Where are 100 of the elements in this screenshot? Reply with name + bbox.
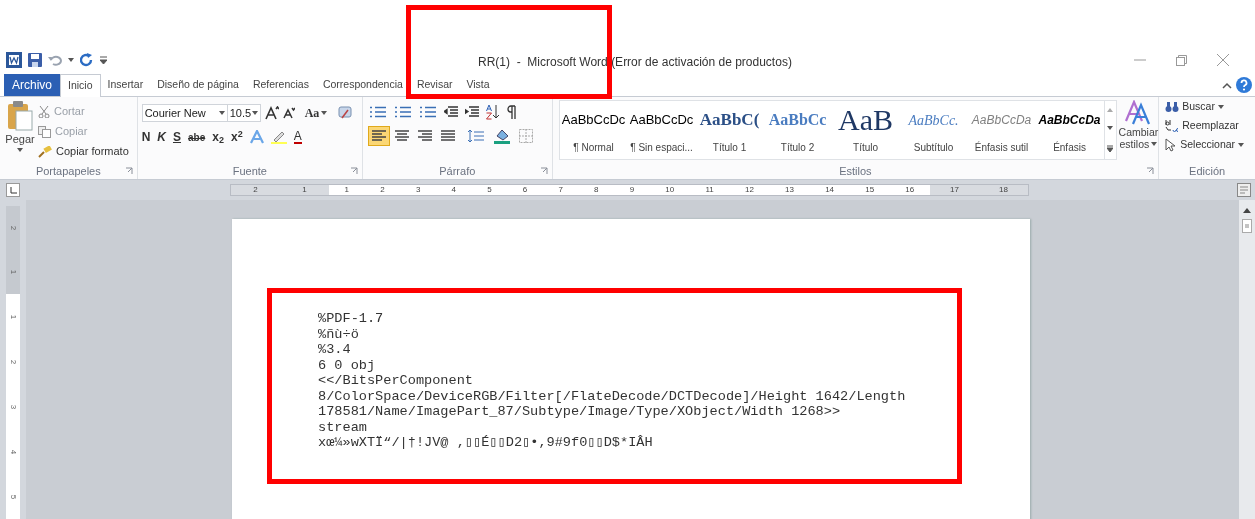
ruler-number: 2 — [8, 225, 19, 231]
ruler-number: 2 — [8, 359, 19, 364]
change-case-button[interactable]: Aa — [304, 104, 328, 122]
change-styles-button[interactable]: Cambiar estilos — [1118, 100, 1159, 163]
text-effects-icon[interactable] — [249, 130, 264, 144]
ribbon-tab[interactable]: Inicio — [60, 74, 101, 97]
align-icon[interactable] — [369, 127, 390, 145]
pilcrow-icon[interactable] — [507, 105, 518, 119]
ruler-number: 4 — [8, 449, 19, 454]
shrink-font-icon[interactable] — [282, 107, 295, 119]
ruler-number: 1 — [344, 184, 350, 196]
style-option[interactable]: AaBbCc. Subtítulo — [899, 101, 968, 159]
font-name-field[interactable]: Courier New — [141, 104, 228, 122]
paste-button[interactable]: Pegar — [6, 101, 34, 163]
caret-icon — [68, 58, 74, 62]
font-color-button[interactable]: A — [293, 130, 302, 144]
format-painter-button[interactable]: Copiar formato — [38, 143, 129, 160]
save-icon[interactable] — [28, 53, 42, 67]
decrease-indent-icon[interactable] — [444, 106, 459, 118]
view-ruler-icon[interactable] — [1237, 183, 1251, 197]
document-line: <</BitsPerComponent — [318, 373, 474, 389]
redo-icon[interactable] — [80, 53, 94, 67]
caret-icon — [1238, 143, 1245, 147]
dialog-launcher-icon[interactable] — [539, 167, 548, 175]
grow-font-icon[interactable] — [264, 106, 279, 120]
help-icon[interactable] — [1236, 77, 1252, 93]
copy-icon — [38, 125, 51, 138]
ruler-number: 5 — [8, 494, 19, 499]
document-line: 8/ColorSpace/DeviceRGB/Filter[/FlateDecode/DCTDecode]/Height 1642/Length — [318, 388, 907, 404]
document-line: %3.4 — [318, 342, 352, 358]
ribbon-tab[interactable]: Vista — [459, 74, 497, 96]
scrollbar-thumb[interactable] — [1242, 219, 1252, 233]
multilevel-list-icon[interactable] — [419, 106, 438, 118]
find-button[interactable]: Buscar — [1165, 99, 1255, 115]
paintbrush-icon — [38, 145, 52, 158]
style-option[interactable]: AaBbC( Título 1 — [695, 101, 764, 159]
paint-bucket-icon[interactable] — [494, 128, 511, 144]
scissors-icon — [38, 105, 50, 118]
ruler-number: 7 — [558, 184, 563, 196]
document-line: %PDF-1.7 — [318, 311, 385, 327]
dialog-launcher-icon[interactable] — [350, 167, 359, 175]
select-button[interactable]: Seleccionar — [1165, 137, 1255, 153]
ruler-number: 5 — [487, 184, 492, 196]
ribbon-tab[interactable]: Referencias — [245, 74, 316, 96]
word-logo-icon[interactable] — [6, 52, 22, 68]
line-spacing-icon[interactable] — [467, 129, 486, 143]
style-option[interactable]: AaBbCc Título 2 — [763, 101, 832, 159]
document-line: stream — [318, 419, 368, 435]
customize-toolbar-icon[interactable] — [100, 56, 107, 64]
document-line: 178581/Name/ImagePart_87/Subtype/Image/Type/XObject/Width 1268>> — [318, 404, 842, 420]
style-option[interactable]: AaBbCcDa Énfasis sutil — [967, 101, 1036, 159]
more-styles-icon[interactable] — [1107, 144, 1114, 152]
ruler-number: 1 — [302, 184, 307, 196]
font-size-field[interactable]: 10.5 — [226, 104, 261, 122]
superscript-button[interactable]: x$^{2}$ — [230, 128, 243, 146]
ribbon-tab[interactable]: Diseño de página — [150, 74, 246, 96]
close-icon[interactable] — [1217, 54, 1229, 66]
numbered-list-icon[interactable] — [394, 106, 413, 118]
ruler-number: 2 — [253, 184, 258, 196]
cursor-icon — [1165, 138, 1178, 152]
strikethrough-button[interactable]: abe — [188, 129, 206, 145]
file-tab[interactable]: Archivo — [4, 74, 60, 96]
highlighter-icon[interactable] — [270, 130, 287, 144]
ribbon-tab[interactable]: Insertar — [100, 74, 151, 96]
styles-icon — [1124, 100, 1153, 126]
sort-icon[interactable] — [486, 104, 501, 120]
scroll-up-icon[interactable] — [1243, 208, 1251, 213]
scroll-down-icon[interactable] — [1107, 126, 1114, 131]
group-label: Estilos — [839, 163, 872, 179]
caret-icon — [321, 111, 328, 115]
ruler-number: 13 — [785, 184, 794, 196]
collapse-ribbon-icon[interactable] — [1222, 81, 1232, 89]
document-line: %ñù÷ö — [318, 326, 360, 342]
clear-formatting-icon[interactable] — [337, 105, 354, 121]
dialog-launcher-icon[interactable] — [1146, 167, 1155, 175]
ruler-number: 3 — [8, 404, 19, 409]
ribbon-tab[interactable]: Revisar — [409, 74, 460, 96]
bulleted-list-icon[interactable] — [369, 106, 388, 118]
caret-icon — [1151, 142, 1158, 146]
style-option[interactable]: AaBbCcDc ¶ Sin espaci... — [627, 101, 696, 159]
dialog-launcher-icon[interactable] — [124, 167, 133, 175]
style-option[interactable]: AaBbCcDa Énfasis — [1035, 101, 1104, 159]
replace-button[interactable]: Reemplazar — [1165, 118, 1255, 134]
style-option[interactable]: AaBbCcDc ¶ Normal — [559, 101, 628, 159]
underline-button[interactable]: S — [173, 128, 181, 146]
tab-selector[interactable] — [6, 183, 20, 197]
increase-indent-icon[interactable] — [465, 106, 480, 118]
restore-icon[interactable] — [1176, 54, 1187, 66]
italic-button[interactable]: K — [157, 128, 166, 146]
ruler-number: 1 — [8, 314, 19, 319]
window-title: RR(1) - Microsoft Word (Error de activación de productos) — [478, 54, 792, 71]
ruler-number: 10 — [665, 184, 675, 196]
ruler-number: 6 — [522, 184, 528, 196]
ribbon-tab[interactable]: Correspondencia — [315, 74, 410, 96]
subscript-button[interactable]: x$_{2}$ — [212, 128, 224, 146]
bold-button[interactable]: N — [141, 128, 151, 146]
caret-icon — [1217, 105, 1224, 109]
style-option[interactable]: AaB Título — [831, 101, 900, 159]
ruler-number: 14 — [825, 184, 835, 196]
undo-icon[interactable] — [48, 54, 62, 66]
